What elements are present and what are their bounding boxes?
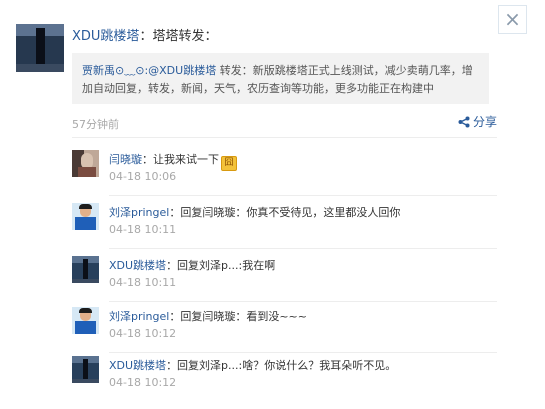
close-icon: × (504, 7, 521, 31)
comment-text: 闫晓璇：让我来试一下囧 (109, 151, 237, 171)
commenter-avatar[interactable] (72, 356, 99, 383)
share-icon (458, 116, 470, 128)
comment-body: ：回复闫晓璇：你真不受待见，这里都没人回你 (169, 206, 401, 219)
comment-text: 刘泽pringel：回复闫晓璇：你真不受待见，这里都没人回你 (109, 204, 400, 220)
comment-item: XDU跳楼塔：回复刘泽p...:啥？你说什么？我耳朵听不见。 04-18 10:… (72, 356, 497, 409)
jiong-emoji-icon: 囧 (221, 156, 237, 171)
post-separator: ： (139, 29, 153, 44)
commenter-name[interactable]: 刘泽pringel (109, 310, 169, 323)
comments-divider (72, 137, 497, 138)
comment-time: 04-18 10:12 (109, 327, 177, 340)
comment-item: 闫晓璇：让我来试一下囧 04-18 10:06 (72, 150, 497, 203)
commenter-avatar[interactable] (72, 203, 99, 230)
commenter-avatar[interactable] (72, 307, 99, 334)
comment-time: 04-18 10:12 (109, 376, 177, 389)
commenter-name[interactable]: 刘泽pringel (109, 206, 169, 219)
repost-box: 贾新禹⊙﹏⊙:@XDU跳楼塔 转发：新版跳楼塔正式上线测试，减少卖萌几率，增加自… (72, 53, 489, 104)
comment-item: 刘泽pringel：回复闫晓璇：看到没~~~ 04-18 10:12 (72, 307, 497, 360)
post-content: 塔塔转发： (152, 29, 218, 44)
comment-time: 04-18 10:11 (109, 223, 177, 236)
share-label: 分享 (473, 115, 498, 129)
post-author-avatar[interactable] (16, 24, 64, 72)
comment-text: 刘泽pringel：回复闫晓璇：看到没~~~ (109, 308, 307, 324)
comment-body: ：让我来试一下 (142, 153, 219, 166)
commenter-name[interactable]: XDU跳楼塔 (109, 359, 166, 372)
comment-divider (109, 301, 497, 302)
commenter-name[interactable]: XDU跳楼塔 (109, 259, 166, 272)
comment-divider (109, 195, 497, 196)
comment-text: XDU跳楼塔：回复刘泽p...:我在啊 (109, 257, 275, 273)
comment-body: ：回复闫晓璇：看到没~~~ (169, 310, 307, 323)
comment-text: XDU跳楼塔：回复刘泽p...:啥？你说什么？我耳朵听不见。 (109, 357, 396, 373)
commenter-name[interactable]: 闫晓璇 (109, 153, 142, 166)
comment-body: ：回复刘泽p...:啥？你说什么？我耳朵听不见。 (166, 359, 397, 372)
post-timestamp[interactable]: 57分钟前 (72, 116, 119, 132)
commenter-avatar[interactable] (72, 150, 99, 177)
comment-item: 刘泽pringel：回复闫晓璇：你真不受待见，这里都没人回你 04-18 10:… (72, 203, 497, 256)
commenter-avatar[interactable] (72, 256, 99, 283)
comment-time: 04-18 10:11 (109, 276, 177, 289)
share-button[interactable]: 分享 (458, 113, 497, 130)
repost-mention[interactable]: :@XDU跳楼塔 (144, 64, 216, 77)
comment-time: 04-18 10:06 (109, 170, 177, 183)
comment-body: ：回复刘泽p...:我在啊 (166, 259, 276, 272)
comment-divider (109, 352, 497, 353)
repost-author[interactable]: 贾新禹⊙﹏⊙ (82, 64, 144, 77)
close-button[interactable]: × (498, 5, 527, 34)
post-header: XDU跳楼塔：塔塔转发： (72, 25, 217, 44)
comment-divider (109, 248, 497, 249)
post-author-name[interactable]: XDU跳楼塔 (72, 29, 139, 44)
comment-item: XDU跳楼塔：回复刘泽p...:我在啊 04-18 10:11 (72, 256, 497, 309)
